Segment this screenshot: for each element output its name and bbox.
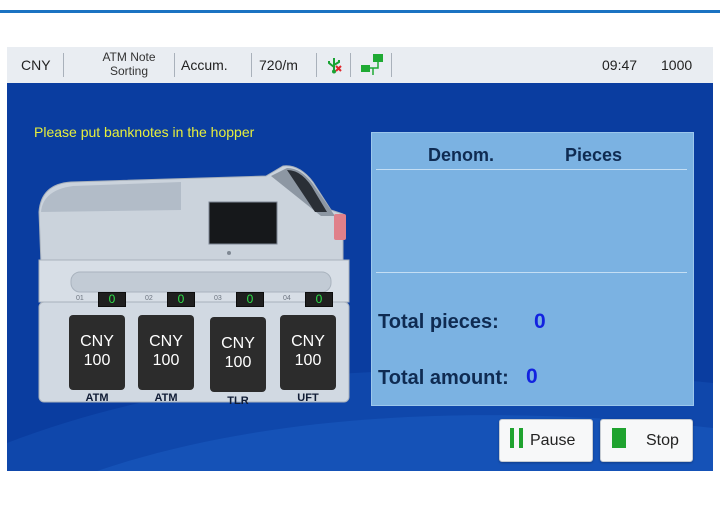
- count-mode-indicator[interactable]: Accum.: [181, 47, 228, 83]
- total-amount-label: Total amount:: [378, 367, 509, 389]
- status-separator: [391, 53, 392, 77]
- sorting-mode-indicator[interactable]: ATM Note Sorting: [77, 50, 181, 78]
- currency-indicator[interactable]: CNY: [21, 47, 51, 83]
- top-accent-line: [0, 10, 720, 13]
- pocket-counter-display: 0: [98, 292, 126, 307]
- stop-button[interactable]: Stop: [600, 419, 693, 462]
- pause-button[interactable]: Pause: [499, 419, 593, 462]
- pocket-currency: CNY: [149, 333, 183, 350]
- pocket-3[interactable]: CNY 100: [210, 317, 266, 392]
- mode-line-1: ATM Note: [102, 50, 156, 64]
- mode-line-2: Sorting: [109, 64, 149, 78]
- pocket-label: ATM: [154, 392, 178, 404]
- pocket-counter: 01: [76, 295, 84, 302]
- table-divider: [376, 272, 687, 273]
- status-hint: Please put banknotes in the hopper: [34, 124, 255, 140]
- pocket-4[interactable]: CNY 100: [280, 315, 336, 390]
- batch-setting[interactable]: 1000: [661, 47, 692, 83]
- pocket-label: ATM: [85, 392, 109, 404]
- clock: 09:47: [602, 57, 638, 73]
- pocket-2[interactable]: CNY 100: [138, 315, 194, 390]
- pause-label: Pause: [530, 431, 576, 449]
- pieces-column-header: Pieces: [565, 145, 623, 165]
- denom-column-header: Denom.: [428, 145, 495, 165]
- pocket-currency: CNY: [291, 333, 325, 350]
- status-separator: [251, 53, 252, 77]
- pocket-counter-display: 0: [167, 292, 195, 307]
- pocket-label: UFT: [297, 392, 319, 404]
- pocket-label: TLR: [227, 395, 249, 407]
- pause-icon: [510, 428, 524, 453]
- status-bar: CNY ATM Note Sorting Accum. 720/m 09:47 …: [7, 47, 713, 83]
- speed-indicator[interactable]: 720/m: [259, 47, 298, 83]
- status-separator: [350, 53, 351, 77]
- pocket-currency: CNY: [221, 335, 255, 352]
- header-divider: [376, 169, 687, 170]
- pocket-denomination: 100: [224, 354, 252, 371]
- result-panel: Denom. Pieces Total pieces: 0 Total amou…: [371, 132, 694, 406]
- stop-label: Stop: [646, 431, 679, 449]
- pocket-currency: CNY: [80, 333, 114, 350]
- status-separator: [174, 53, 175, 77]
- pocket-1[interactable]: CNY 100: [69, 315, 125, 390]
- pocket-number: 04: [283, 295, 291, 302]
- pocket-number: 02: [145, 295, 153, 302]
- usb-icon: [325, 47, 343, 83]
- pocket-denomination: 100: [294, 352, 322, 369]
- pocket-counter-display: 0: [236, 292, 264, 307]
- status-separator: [63, 53, 64, 77]
- network-icon: [359, 47, 387, 83]
- pocket-number: 03: [214, 295, 222, 302]
- pocket-denomination: 100: [152, 352, 180, 369]
- status-separator: [316, 53, 317, 77]
- total-pieces-label: Total pieces:: [378, 311, 499, 333]
- sorter-screen: CNY ATM Note Sorting Accum. 720/m 09:47 …: [7, 47, 713, 471]
- stop-icon: [612, 428, 626, 453]
- pocket-counter-display: 0: [305, 292, 333, 307]
- total-amount-value: 0: [526, 365, 538, 388]
- total-pieces-value: 0: [534, 310, 546, 333]
- pocket-denomination: 100: [83, 352, 111, 369]
